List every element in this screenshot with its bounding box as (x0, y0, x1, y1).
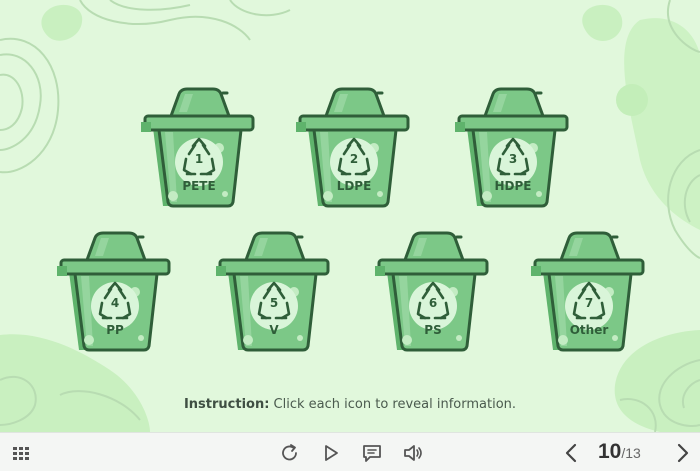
slide-stage: 1 PETE 2 LDPE 3 HDPE 4 PP 5 V 6 PS 7 Oth… (0, 0, 700, 432)
bin-2-number: 2 (349, 152, 359, 166)
bin-1-number: 1 (194, 152, 204, 166)
bin-1-label: PETE (182, 179, 216, 193)
bin-4-number: 4 (110, 296, 120, 310)
recycling-bin-icon (455, 87, 569, 208)
recycling-bin-icon (57, 231, 171, 352)
instruction-text: Instruction: Click each icon to reveal i… (0, 397, 700, 412)
recycling-bin-icon (375, 231, 489, 352)
play-button[interactable] (320, 442, 342, 464)
chevron-left-icon (565, 443, 577, 463)
volume-button[interactable] (402, 442, 424, 464)
replay-button[interactable] (279, 442, 301, 464)
bin-3-number: 3 (508, 152, 518, 166)
bin-4-pp[interactable]: 4 PP (57, 228, 173, 358)
prev-slide-button[interactable] (561, 442, 583, 464)
bin-3-label: HDPE (494, 179, 532, 193)
instruction-body: Click each icon to reveal information. (269, 397, 517, 412)
bin-5-number: 5 (269, 296, 279, 310)
bin-5-v[interactable]: 5 V (216, 228, 332, 358)
recycling-bin-icon (141, 87, 255, 208)
chevron-right-icon (677, 443, 689, 463)
bin-4-label: PP (106, 323, 124, 337)
menu-button[interactable] (10, 442, 32, 464)
recycling-bin-icon (531, 231, 645, 352)
bin-6-label: PS (424, 323, 442, 337)
bin-5-label: V (269, 323, 279, 337)
grid-menu-icon (13, 447, 29, 460)
notes-icon (363, 445, 381, 462)
recycling-bin-icon (216, 231, 330, 352)
bin-3-hdpe[interactable]: 3 HDPE (455, 84, 571, 214)
bin-1-pete[interactable]: 1 PETE (141, 84, 257, 214)
bin-7-number: 7 (584, 296, 594, 310)
page-counter: 10/13 (598, 440, 641, 464)
bin-2-label: LDPE (336, 179, 372, 193)
play-icon (325, 445, 338, 461)
instruction-prefix: Instruction: (183, 397, 270, 412)
bin-7-label: Other (569, 323, 609, 337)
notes-button[interactable] (361, 442, 383, 464)
recycling-bin-icon (296, 87, 410, 208)
volume-icon (404, 445, 422, 461)
bin-2-ldpe[interactable]: 2 LDPE (296, 84, 412, 214)
bin-7-other[interactable]: 7 Other (531, 228, 647, 358)
next-slide-button[interactable] (671, 442, 693, 464)
player-toolbar: 10/13 (0, 432, 700, 471)
bin-6-number: 6 (428, 296, 438, 310)
bin-6-ps[interactable]: 6 PS (375, 228, 491, 358)
replay-icon (282, 444, 297, 461)
page-total: /13 (621, 445, 641, 461)
background-decoration (0, 0, 700, 432)
page-current: 10 (598, 440, 622, 463)
